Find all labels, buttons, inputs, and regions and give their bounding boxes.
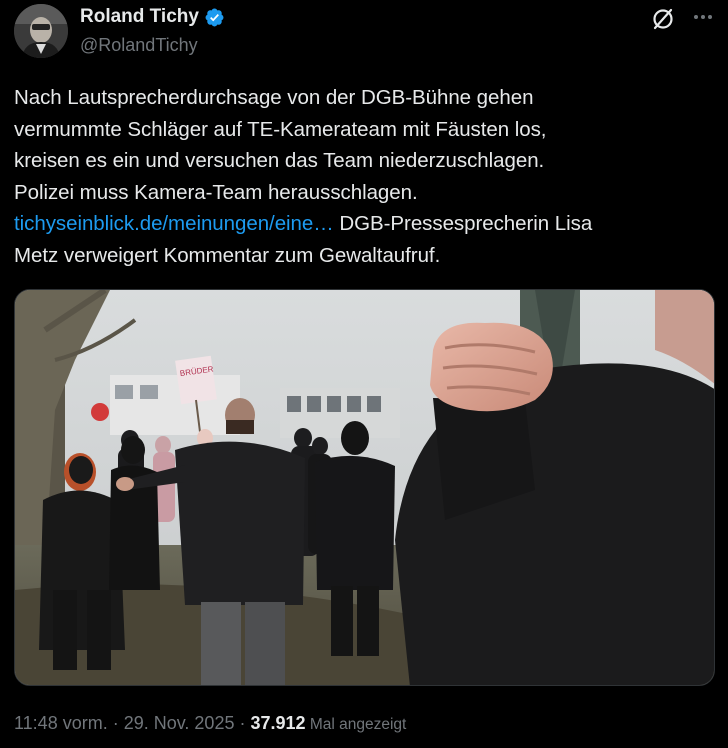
tweet-date[interactable]: 29. Nov. 2025 [124, 713, 235, 733]
tweet-photo[interactable]: BRÜDER [14, 289, 715, 686]
grok-icon [653, 8, 673, 30]
tweet-text-after-link: DGB-Pressesprecherin Lisa [333, 212, 593, 235]
author-name[interactable]: Roland Tichy [80, 5, 225, 29]
author-name-text[interactable]: Roland Tichy [80, 5, 199, 29]
tweet-meta: 11:48 vorm. · 29. Nov. 2025 · 37.912 Mal… [14, 711, 406, 737]
tweet-post: Roland Tichy @RolandTichy Nach Lautsprec… [0, 0, 728, 748]
tweet-text-line: kreisen es ein und versuchen das Team ni… [14, 149, 545, 172]
author-handle[interactable]: @RolandTichy [80, 33, 198, 57]
author-avatar[interactable] [14, 4, 68, 58]
meta-separator: · [234, 713, 251, 733]
photo-scene: BRÜDER [15, 290, 714, 685]
tweet-text-line-with-link: tichyseinblick.de/meinungen/eine… DGB-Pr… [14, 208, 714, 240]
tweet-text-line: vermummte Schläger auf TE-Kamerateam mit… [14, 117, 547, 141]
grok-button[interactable] [650, 6, 676, 32]
tweet-text-line: Nach Lautsprecherdurchsage von der DGB-B… [14, 86, 534, 109]
tweet-text-line: Polizei muss Kamera-Team herausschlagen. [14, 180, 418, 204]
more-button[interactable] [690, 4, 716, 30]
tweet-text-line: Metz verweigert Kommentar zum Gewaltaufr… [14, 243, 441, 267]
verified-badge-icon [205, 8, 224, 26]
tweet-link[interactable]: tichyseinblick.de/meinungen/eine… [14, 212, 334, 235]
views-count: 37.912 [250, 713, 306, 733]
more-horizontal-icon [694, 15, 712, 19]
avatar-photo [14, 4, 68, 58]
meta-separator: · [107, 713, 124, 733]
tweet-text: Nach Lautsprecherdurchsage von der DGB-B… [14, 82, 714, 271]
tweet-time[interactable]: 11:48 vorm. [14, 713, 108, 733]
views-label: Mal angezeigt [305, 716, 407, 733]
